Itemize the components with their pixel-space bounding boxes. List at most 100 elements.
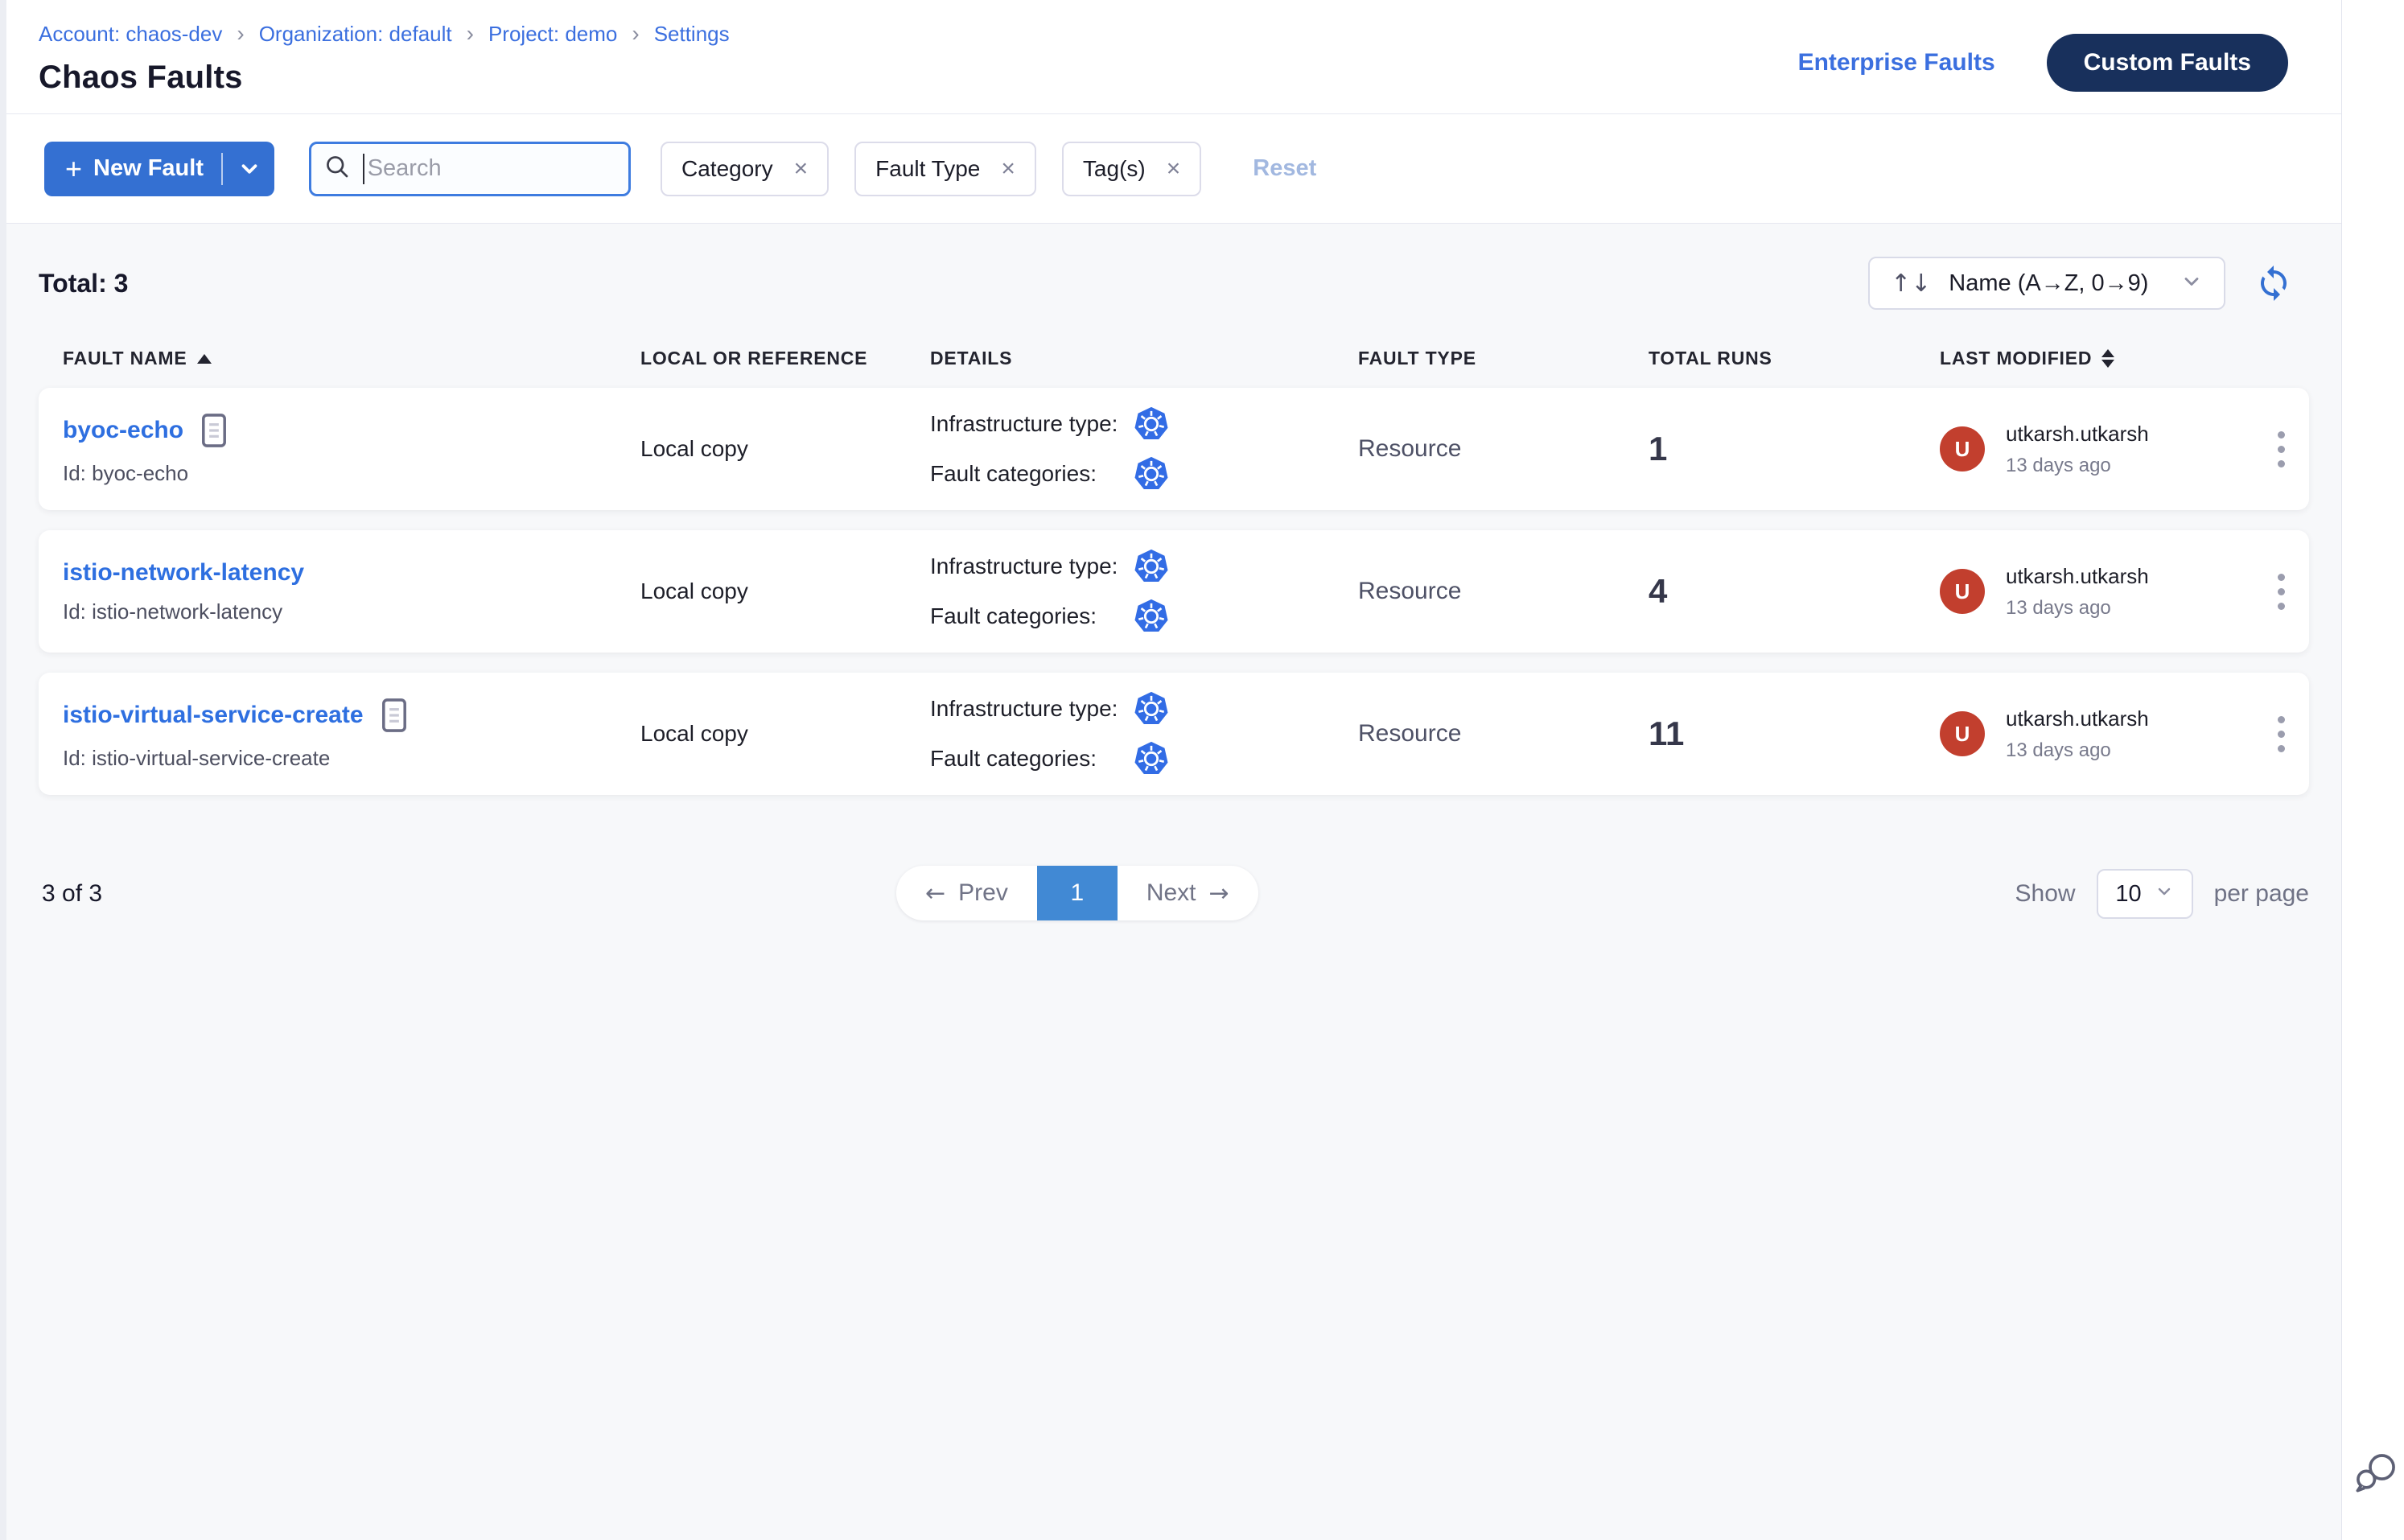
remove-filter-icon[interactable]: × [1001,157,1015,181]
pager: ← Prev 1 Next → [896,866,1258,920]
fault-type-value: Resource [1358,720,1649,747]
text-cursor [363,154,364,184]
table-row[interactable]: istio-network-latency Id: istio-network-… [39,530,2309,653]
fault-categories-label: Fault categories: [930,603,1133,629]
infrastructure-type-label: Infrastructure type: [930,554,1133,579]
column-header-fault-type: FAULT TYPE [1358,348,1649,369]
page-size-value: 10 [2115,881,2141,908]
local-or-reference-value: Local copy [640,436,930,462]
kubernetes-icon [1133,455,1170,492]
search-input[interactable] [368,155,617,182]
total-runs-value: 11 [1649,714,1940,753]
sort-both-icon [2101,349,2114,368]
breadcrumb-separator: › [235,21,245,47]
sort-asc-icon [197,354,212,364]
row-menu-button[interactable] [2254,566,2309,618]
avatar: U [1940,569,1985,614]
kubernetes-icon [1133,406,1170,443]
next-page-button[interactable]: Next → [1118,866,1258,920]
search-box[interactable] [309,142,631,196]
avatar: U [1940,426,1985,471]
header-actions: Enterprise Faults Custom Faults [1798,34,2288,92]
total-runs-value: 1 [1649,430,1940,468]
window-left-edge [0,0,6,1540]
list-toolbar: Total: 3 ↑↓ Name (A→Z, 0→9) [39,257,2309,310]
breadcrumb-project[interactable]: Project: demo [488,22,617,47]
filter-chips: Category × Fault Type × Tag(s) × [661,142,1201,196]
chevron-down-icon[interactable] [237,157,261,181]
button-divider [221,153,223,185]
chevron-down-icon [2180,270,2203,297]
filter-chip-fault-type[interactable]: Fault Type × [854,142,1036,196]
search-icon [323,152,352,185]
fault-type-value: Resource [1358,435,1649,463]
breadcrumb-account[interactable]: Account: chaos-dev [39,22,222,47]
kubernetes-icon [1133,740,1170,777]
modified-time: 13 days ago [2006,455,2149,477]
local-or-reference-value: Local copy [640,579,930,604]
sort-dropdown[interactable]: ↑↓ Name (A→Z, 0→9) [1868,257,2225,310]
enterprise-faults-link[interactable]: Enterprise Faults [1798,49,1995,76]
filter-chip-label: Tag(s) [1083,156,1146,182]
fault-name-link[interactable]: istio-network-latency [63,559,304,587]
avatar: U [1940,711,1985,756]
table-header-row: FAULT NAME LOCAL OR REFERENCE DETAILS FA… [39,348,2309,369]
chevron-down-icon [2155,881,2174,908]
local-or-reference-value: Local copy [640,721,930,747]
filter-chip-tags[interactable]: Tag(s) × [1062,142,1201,196]
sort-dropdown-value: Name (A→Z, 0→9) [1949,270,2148,297]
arrow-right-icon: → [1209,879,1229,908]
column-header-fault-name[interactable]: FAULT NAME [63,348,640,369]
reset-filters-button[interactable]: Reset [1253,155,1316,182]
remove-filter-icon[interactable]: × [1167,157,1181,181]
fault-id: Id: istio-virtual-service-create [63,746,640,771]
page-number-active[interactable]: 1 [1037,866,1118,920]
fault-manifest-icon[interactable] [200,413,228,448]
show-label: Show [2015,880,2076,908]
fault-manifest-icon[interactable] [380,698,409,733]
pagination-range: 3 of 3 [42,880,102,908]
table-row[interactable]: istio-virtual-service-create Id: istio-v… [39,673,2309,795]
fault-name-link[interactable]: byoc-echo [63,417,183,444]
breadcrumb-settings[interactable]: Settings [654,22,730,47]
kubernetes-icon [1133,548,1170,585]
page-size-dropdown[interactable]: 10 [2097,869,2193,919]
modified-time: 13 days ago [2006,597,2149,620]
breadcrumb-organization[interactable]: Organization: default [259,22,452,47]
column-header-local-or-reference: LOCAL OR REFERENCE [640,348,930,369]
sort-arrows-icon: ↑↓ [1891,270,1931,298]
page-size-group: Show 10 per page [2015,869,2309,919]
per-page-label: per page [2214,880,2309,908]
page-header: Account: chaos-dev › Organization: defau… [6,0,2341,114]
filter-chip-label: Fault Type [875,156,980,182]
prev-page-button[interactable]: ← Prev [896,866,1037,920]
column-header-last-modified[interactable]: LAST MODIFIED [1940,348,2254,369]
plus-icon: + [65,154,82,183]
fault-id: Id: byoc-echo [63,461,640,486]
custom-faults-button[interactable]: Custom Faults [2047,34,2288,92]
new-fault-button[interactable]: + New Fault [44,142,274,196]
modified-time: 13 days ago [2006,739,2149,762]
row-menu-button[interactable] [2254,708,2309,760]
modified-by: utkarsh.utkarsh [2006,564,2149,589]
table-row[interactable]: byoc-echo Id: byoc-echo Local copy Infra… [39,388,2309,510]
faults-toolbar: + New Fault Category × Fault Type × [6,114,2341,224]
total-runs-value: 4 [1649,572,1940,611]
chat-help-icon[interactable] [2353,1451,2398,1493]
infrastructure-type-label: Infrastructure type: [930,411,1133,437]
column-header-details: DETAILS [930,348,1358,369]
fault-categories-label: Fault categories: [930,746,1133,772]
fault-id: Id: istio-network-latency [63,599,640,624]
filter-chip-label: Category [681,156,773,182]
filter-chip-category[interactable]: Category × [661,142,829,196]
remove-filter-icon[interactable]: × [794,157,809,181]
fault-name-link[interactable]: istio-virtual-service-create [63,702,364,729]
refresh-button[interactable] [2254,264,2293,303]
modified-by: utkarsh.utkarsh [2006,422,2149,447]
fault-categories-label: Fault categories: [930,461,1133,487]
kubernetes-icon [1133,598,1170,635]
pagination-bar: 3 of 3 ← Prev 1 Next → Show 10 [39,866,2309,922]
row-menu-button[interactable] [2254,423,2309,476]
main-panel: Account: chaos-dev › Organization: defau… [6,0,2342,1540]
arrow-left-icon: ← [925,879,945,908]
